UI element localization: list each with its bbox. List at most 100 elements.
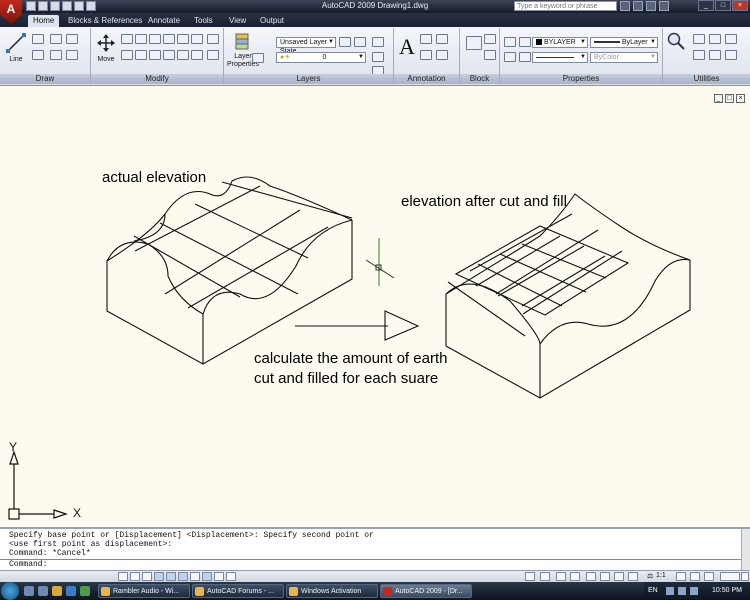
offset-icon[interactable] (135, 50, 147, 60)
color-wheel-icon[interactable] (519, 37, 531, 47)
plotstyle-dropdown[interactable]: ByColor ▼ (590, 52, 658, 63)
line-icon[interactable] (6, 33, 26, 53)
media-icon[interactable] (80, 586, 90, 596)
edit-block-icon[interactable] (484, 50, 496, 60)
table-icon[interactable] (420, 50, 432, 60)
multiline-text-icon[interactable]: A (399, 34, 415, 60)
create-block-icon[interactable] (484, 34, 496, 44)
circle-icon[interactable] (50, 34, 62, 44)
dynamic-input-icon[interactable] (202, 572, 212, 581)
pan-status-icon[interactable] (586, 572, 596, 581)
object-snap-icon[interactable] (166, 572, 176, 581)
chamfer-icon[interactable] (191, 50, 203, 60)
tray-app-icon[interactable] (690, 587, 698, 595)
tab-output[interactable]: Output (255, 15, 289, 27)
minimize-button[interactable]: _ (698, 0, 714, 11)
pan-icon[interactable] (693, 34, 705, 44)
lineweight-toggle-icon[interactable] (214, 572, 224, 581)
tab-view[interactable]: View (224, 15, 251, 27)
maximize-button[interactable]: □ (715, 0, 731, 11)
extend-icon[interactable] (163, 50, 175, 60)
color-dropdown[interactable]: BYLAYER ▼ (532, 37, 588, 48)
make-current-icon[interactable] (252, 53, 264, 63)
model-layout-icon[interactable] (525, 572, 535, 581)
ortho-mode-icon[interactable] (142, 572, 152, 581)
layer-properties-icon[interactable] (233, 32, 251, 50)
search-input[interactable]: Type a keyword or phrase (514, 1, 617, 11)
rotate-icon[interactable] (135, 34, 147, 44)
zoom-icon[interactable] (667, 32, 685, 50)
communication-center-icon[interactable] (633, 1, 643, 11)
favorites-icon[interactable] (646, 1, 656, 11)
show-desktop-icon[interactable] (24, 586, 34, 596)
status-slider[interactable] (720, 572, 740, 581)
layer-state-dropdown[interactable]: Unsaved Layer State▼ (276, 37, 336, 55)
clock[interactable]: 10:50 PM (712, 587, 742, 594)
network-icon[interactable] (666, 587, 674, 595)
stretch-icon[interactable] (177, 34, 189, 44)
volume-icon[interactable] (678, 587, 686, 595)
leader-icon[interactable] (436, 34, 448, 44)
object-snap-tracking-icon[interactable] (178, 572, 188, 581)
taskbar-button[interactable]: Rambler Audio - Wi... (98, 584, 190, 598)
workspace-switching-icon[interactable] (690, 572, 700, 581)
annotation-scale-icon[interactable]: ⚖ (647, 572, 653, 580)
ellipse-icon[interactable] (50, 50, 62, 60)
quick-calc-icon[interactable] (725, 34, 737, 44)
dynamic-ucs-icon[interactable] (190, 572, 200, 581)
taskbar-button[interactable]: AutoCAD Forums - ... (192, 584, 284, 598)
mirror-icon[interactable] (149, 34, 161, 44)
command-scrollbar[interactable] (741, 529, 750, 570)
polyline-icon[interactable] (32, 34, 44, 44)
showmotion-icon[interactable] (628, 572, 638, 581)
dimension-icon[interactable] (420, 34, 432, 44)
grid-display-icon[interactable] (130, 572, 140, 581)
help-icon[interactable] (659, 1, 669, 11)
start-button[interactable] (1, 582, 19, 600)
distance-icon[interactable] (709, 34, 721, 44)
drawing-canvas[interactable]: _ □ × actual elevation elevation after c… (0, 86, 750, 526)
taskbar-button-active[interactable]: AutoCAD 2009 - [Dr... (380, 584, 472, 598)
layer-dropdown[interactable]: ●☀ 0 ▼ (276, 52, 366, 63)
trim-icon[interactable] (149, 50, 161, 60)
firefox-icon[interactable] (52, 586, 62, 596)
switch-windows-icon[interactable] (38, 586, 48, 596)
list-icon[interactable] (504, 52, 516, 62)
quick-view-layouts-icon[interactable] (556, 572, 566, 581)
cad-standards-icon[interactable] (725, 50, 737, 60)
tab-blocks-references[interactable]: Blocks & References (63, 15, 147, 27)
zoom-status-icon[interactable] (600, 572, 610, 581)
fillet-icon[interactable] (191, 34, 203, 44)
annotation-visibility-icon[interactable] (676, 572, 686, 581)
quick-select-icon[interactable] (709, 50, 721, 60)
erase-icon[interactable] (121, 50, 133, 60)
layer-walk-icon[interactable] (372, 37, 384, 47)
array-icon[interactable] (207, 34, 219, 44)
insert-block-icon[interactable] (466, 36, 482, 50)
snap-mode-icon[interactable] (118, 572, 128, 581)
id-point-icon[interactable] (693, 50, 705, 60)
language-indicator[interactable]: EN (648, 587, 658, 594)
lock-icon[interactable] (704, 572, 714, 581)
tab-tools[interactable]: Tools (189, 15, 218, 27)
steering-wheel-icon[interactable] (614, 572, 624, 581)
linetype-dropdown[interactable]: ▼ (532, 52, 588, 63)
layout-icon[interactable] (540, 572, 550, 581)
layer-isolate-icon[interactable] (372, 52, 384, 62)
close-button[interactable]: × (732, 0, 748, 11)
tab-annotate[interactable]: Annotate (143, 15, 185, 27)
lineweight-dropdown[interactable]: ByLayer ▼ (590, 37, 658, 48)
text-style-icon[interactable] (436, 50, 448, 60)
linetype-icon[interactable] (519, 52, 531, 62)
ie-icon[interactable] (66, 586, 76, 596)
scale-icon[interactable] (163, 34, 175, 44)
move-icon[interactable] (97, 34, 115, 52)
arc-icon[interactable] (66, 34, 78, 44)
quick-view-drawings-icon[interactable] (570, 572, 580, 581)
clean-screen-icon[interactable] (741, 572, 749, 581)
quick-properties-icon[interactable] (226, 572, 236, 581)
rectangle-icon[interactable] (32, 50, 44, 60)
match-properties-icon[interactable] (504, 37, 516, 47)
hatch-icon[interactable] (66, 50, 78, 60)
annotation-scale-value[interactable]: 1:1 (656, 572, 666, 579)
